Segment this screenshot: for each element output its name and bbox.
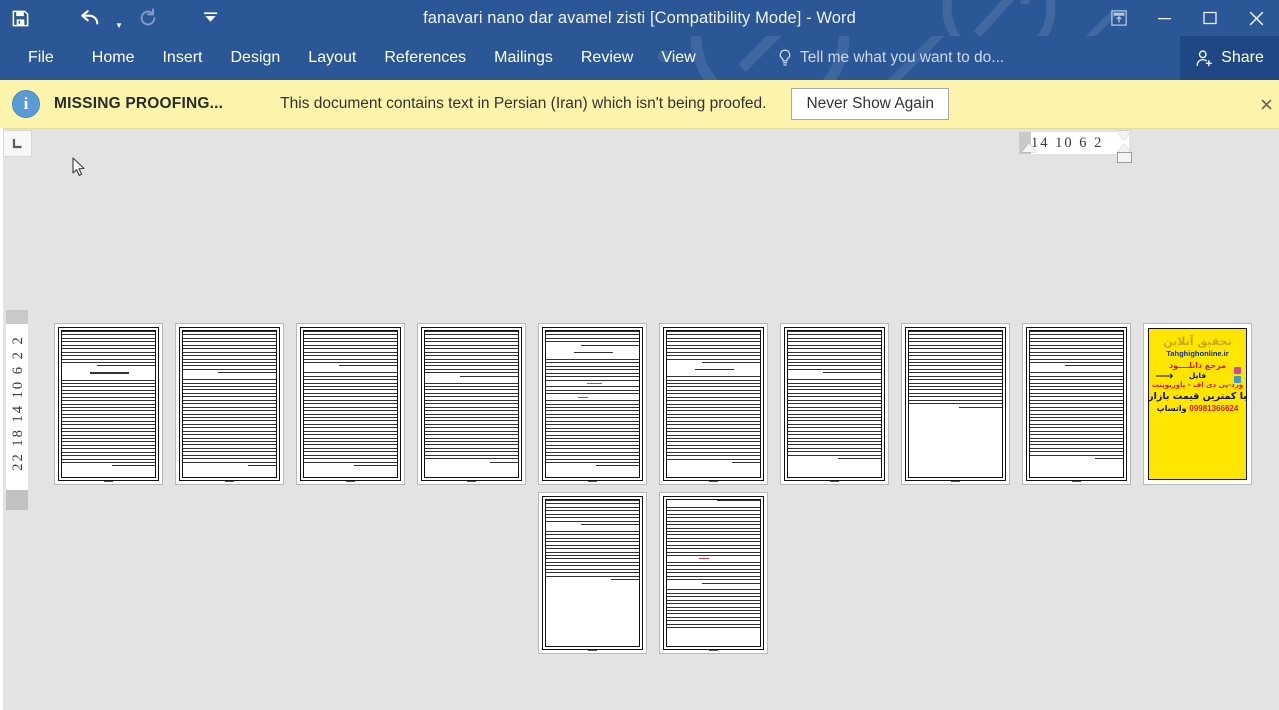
- background-graphic: [942, 0, 1118, 36]
- page-thumbnail-4[interactable]: [418, 324, 525, 484]
- page-thumbnail-7[interactable]: [781, 324, 888, 484]
- page-text: [546, 331, 639, 474]
- tab-references[interactable]: References: [370, 36, 480, 80]
- ad-whatsapp: واتساپ: [1156, 403, 1187, 413]
- page-number-mark: [1023, 481, 1130, 482]
- redo-icon[interactable]: [128, 1, 168, 35]
- tab-mailings[interactable]: Mailings: [480, 36, 567, 80]
- ad-line-5: ورد-پی دی اف - پاورپوینت: [1151, 381, 1244, 389]
- message-bar-close-icon[interactable]: [1256, 93, 1276, 115]
- document-pages-area[interactable]: تحقیق آنلاین Tahghighonline.ir مرجع دانل…: [0, 128, 1279, 710]
- tracked-change-mark: [586, 382, 602, 384]
- title-bar: ▼ fanavari nano dar avamel zisti [Compat…: [0, 0, 1279, 36]
- ad-app-icons: [1234, 367, 1241, 385]
- page-thumbnail-9[interactable]: [1023, 324, 1130, 484]
- save-icon[interactable]: [0, 1, 40, 35]
- tab-home[interactable]: Home: [78, 36, 149, 80]
- customize-qat-icon[interactable]: [190, 1, 230, 35]
- page-number-mark: [418, 481, 525, 482]
- page-number-mark: [660, 481, 767, 482]
- page-text: [183, 331, 276, 474]
- advertisement-content: تحقیق آنلاین Tahghighonline.ir مرجع دانل…: [1148, 328, 1247, 480]
- tab-layout[interactable]: Layout: [294, 36, 370, 80]
- page-thumbnail-12[interactable]: [660, 493, 767, 653]
- tab-design[interactable]: Design: [216, 36, 294, 80]
- page-text: [425, 331, 518, 474]
- whatsapp-icon: [1234, 376, 1241, 383]
- page-number-mark: [539, 650, 646, 651]
- page-number-mark: [660, 650, 767, 651]
- message-bar-text: This document contains text in Persian (…: [280, 95, 767, 112]
- ad-line-4: فایل: [1188, 370, 1207, 380]
- tab-review[interactable]: Review: [567, 36, 647, 80]
- page-text: [667, 331, 760, 474]
- page-thumbnail-8[interactable]: [902, 324, 1009, 484]
- ad-site: Tahghighonline.ir: [1166, 349, 1229, 358]
- tab-file[interactable]: File: [0, 36, 78, 80]
- tell-me-placeholder: Tell me what you want to do...: [800, 49, 1005, 66]
- page-text: [546, 500, 639, 643]
- arrow-icon: ⟶: [1155, 368, 1174, 383]
- tracked-change-mark: [698, 558, 709, 560]
- lightbulb-icon: [779, 49, 791, 66]
- word-application-window: ▼ fanavari nano dar avamel zisti [Compat…: [0, 0, 1279, 710]
- ad-contact: 09981366624 واتساپ: [1156, 403, 1239, 413]
- page-thumbnail-11[interactable]: [539, 493, 646, 653]
- info-icon: i: [12, 90, 40, 118]
- page-text: [667, 500, 760, 643]
- tab-view[interactable]: View: [647, 36, 709, 80]
- telegram-icon: [1234, 367, 1241, 374]
- ribbon-tab-row: File Home Insert Design Layout Reference…: [0, 36, 1279, 80]
- undo-icon[interactable]: [70, 1, 110, 35]
- tracked-change-mark: [577, 396, 588, 398]
- close-button[interactable]: [1233, 0, 1279, 36]
- ad-line-6: با کمترین قیمت بازار: [1148, 391, 1247, 402]
- ad-heading: تحقیق آنلاین: [1163, 335, 1232, 348]
- page-thumbnail-2[interactable]: [176, 324, 283, 484]
- ad-phone: 09981366624: [1189, 403, 1239, 413]
- page-thumbnail-5[interactable]: [539, 324, 646, 484]
- page-number-mark: [539, 481, 646, 482]
- message-bar-title: MISSING PROOFING...: [54, 95, 224, 112]
- window-controls: [1097, 0, 1279, 36]
- page-text: [788, 331, 881, 474]
- page-number-mark: [55, 481, 162, 482]
- ribbon-tabs: File Home Insert Design Layout Reference…: [0, 36, 710, 80]
- page-thumbnail-3[interactable]: [297, 324, 404, 484]
- maximize-button[interactable]: [1187, 0, 1233, 36]
- page-number-mark: [297, 481, 404, 482]
- minimize-button[interactable]: [1141, 0, 1187, 36]
- page-thumbnail-1[interactable]: [55, 324, 162, 484]
- message-bar: i MISSING PROOFING... This document cont…: [0, 80, 1279, 129]
- tab-insert[interactable]: Insert: [148, 36, 216, 80]
- share-person-icon: [1196, 49, 1213, 66]
- share-button[interactable]: Share: [1180, 36, 1279, 80]
- tell-me-search[interactable]: Tell me what you want to do...: [778, 36, 1004, 80]
- page-text: [1030, 331, 1123, 474]
- page-thumbnail-10-advertisement[interactable]: تحقیق آنلاین Tahghighonline.ir مرجع دانل…: [1144, 324, 1251, 484]
- ribbon-display-options-icon[interactable]: [1097, 0, 1141, 36]
- page-number-mark: [902, 481, 1009, 482]
- page-text: [62, 331, 155, 474]
- share-label: Share: [1221, 49, 1264, 66]
- page-text: [304, 331, 397, 474]
- never-show-again-button[interactable]: Never Show Again: [791, 88, 949, 120]
- page-thumbnail-6[interactable]: [660, 324, 767, 484]
- page-text: [909, 331, 1002, 474]
- ad-line-3: مرجع دانلــــود: [1168, 360, 1227, 370]
- quick-access-toolbar: ▼: [0, 0, 230, 36]
- undo-dropdown-icon[interactable]: ▼: [110, 0, 128, 36]
- page-number-mark: [781, 481, 888, 482]
- page-number-mark: [176, 481, 283, 482]
